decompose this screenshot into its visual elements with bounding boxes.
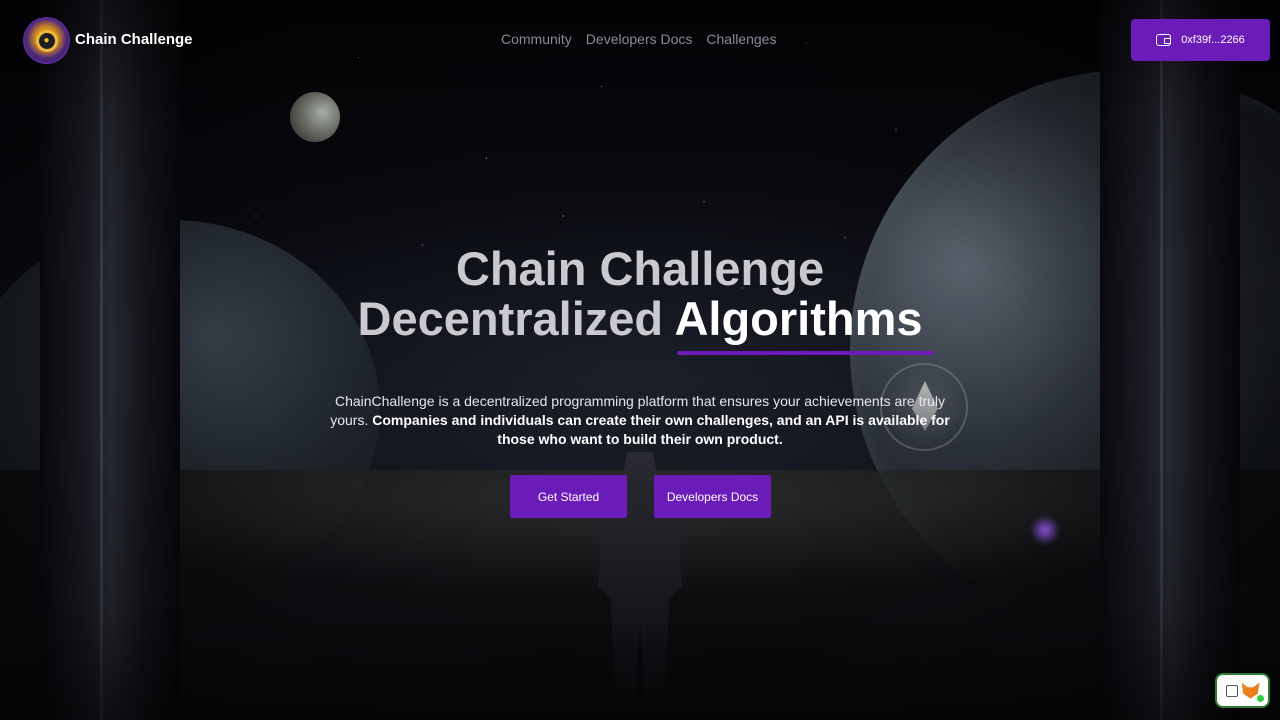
- get-started-button[interactable]: Get Started: [510, 475, 627, 518]
- logo-emblem: ●: [35, 29, 58, 52]
- wallet-button[interactable]: 0xf39f...2266: [1131, 19, 1270, 61]
- nav-developers-docs[interactable]: Developers Docs: [586, 31, 693, 47]
- site-header: ● Chain Challenge Community Developers D…: [0, 0, 1280, 80]
- hero-description: ChainChallenge is a decentralized progra…: [325, 392, 955, 449]
- hero-description-bold: Companies and individuals can create the…: [372, 412, 950, 447]
- wallet-address: 0xf39f...2266: [1181, 34, 1245, 46]
- metamask-widget[interactable]: [1215, 673, 1270, 708]
- hero-title-line2: Decentralized Algorithms: [0, 294, 1280, 344]
- developers-docs-button[interactable]: Developers Docs: [654, 475, 771, 518]
- hero-title-accent: Algorithms: [674, 292, 923, 345]
- hero-background: [0, 0, 1280, 720]
- hero-title-plain: Decentralized: [357, 292, 675, 345]
- title-underline: [677, 351, 934, 355]
- hero-title-line1: Chain Challenge: [455, 242, 825, 295]
- nav-community[interactable]: Community: [501, 31, 572, 47]
- brand-name[interactable]: Chain Challenge: [75, 31, 193, 48]
- nav-challenges[interactable]: Challenges: [706, 31, 776, 47]
- main-nav: Community Developers Docs Challenges: [501, 31, 790, 47]
- chain-challenge-logo-icon[interactable]: ●: [25, 19, 68, 62]
- hero-title: Chain Challenge Decentralized Algorithms: [0, 244, 1280, 344]
- wallet-icon: [1156, 34, 1172, 46]
- connected-status-dot: [1257, 695, 1264, 702]
- vignette-overlay: [0, 0, 1280, 720]
- window-icon: [1225, 684, 1238, 697]
